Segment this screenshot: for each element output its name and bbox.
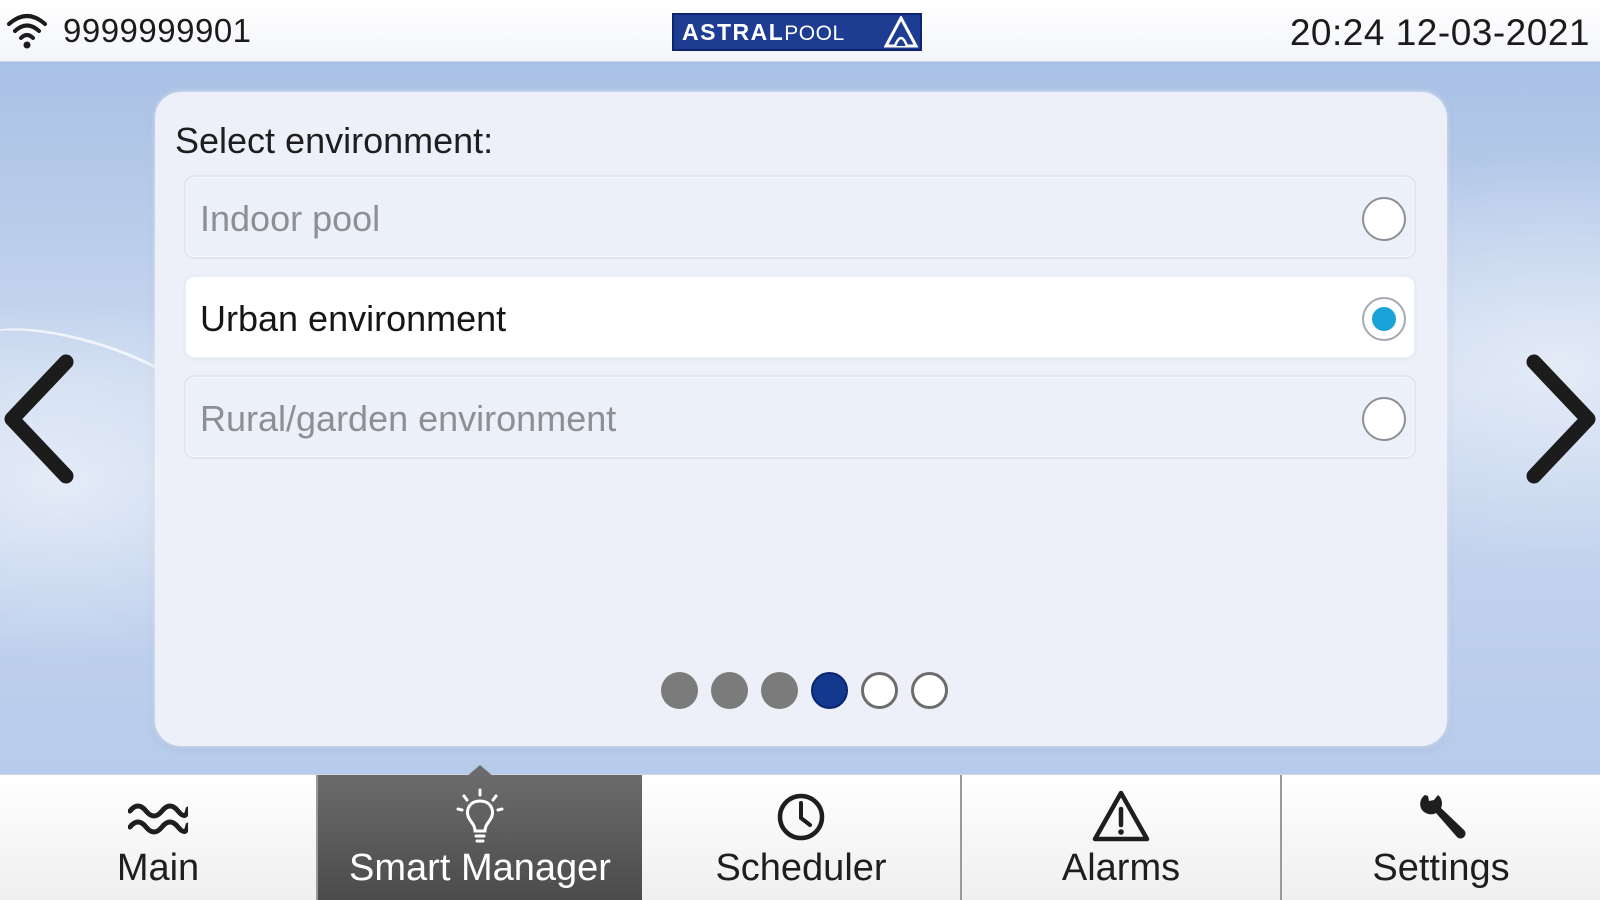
clock-icon <box>777 793 825 841</box>
warning-icon <box>1092 790 1150 842</box>
tab-label: Scheduler <box>715 847 887 889</box>
wrench-icon <box>1420 795 1466 839</box>
page-dot-2[interactable] <box>710 672 748 709</box>
option-label: Rural/garden environment <box>200 398 617 439</box>
astralpool-triangle-icon <box>884 16 918 48</box>
tab-label: Main <box>116 847 200 889</box>
option-indoor-pool[interactable]: Indoor pool <box>184 175 1416 259</box>
option-rural-garden-environment[interactable]: Rural/garden environment <box>184 375 1416 459</box>
tab-settings[interactable]: Settings <box>1282 775 1600 900</box>
option-urban-environment[interactable]: Urban environment <box>184 275 1416 359</box>
chevron-left-icon[interactable] <box>0 354 80 484</box>
tab-smart-manager[interactable]: Smart Manager <box>318 765 642 900</box>
radio-button[interactable] <box>1362 397 1406 441</box>
tab-scheduler[interactable]: Scheduler <box>642 775 962 900</box>
page-dot-1[interactable] <box>660 672 698 709</box>
tab-label: Settings <box>1372 847 1510 889</box>
active-tab-notch <box>466 765 494 777</box>
page-dot-4-current[interactable] <box>810 672 848 709</box>
lightbulb-icon <box>456 788 504 843</box>
page-dot-5[interactable] <box>860 672 898 709</box>
panel-title: Select environment: <box>175 120 494 161</box>
logo-text-light: POOL <box>784 21 845 45</box>
tab-main[interactable]: Main <box>0 775 318 900</box>
page-indicator <box>161 672 1447 709</box>
option-label: Indoor pool <box>200 198 381 239</box>
tab-label: Smart Manager <box>349 847 611 889</box>
page-dot-3[interactable] <box>760 672 798 709</box>
radio-button-selected[interactable] <box>1362 297 1406 341</box>
astralpool-logo: ASTRALPOOL <box>672 13 922 51</box>
chevron-right-icon[interactable] <box>1520 354 1600 484</box>
environment-panel: Select environment: Indoor pool Urban en… <box>155 92 1447 746</box>
status-bar: 9999999901 ASTRALPOOL 20:24 12-03-2021 <box>0 0 1600 62</box>
tab-label: Alarms <box>1061 847 1181 889</box>
wifi-icon <box>7 14 47 49</box>
device-id: 9999999901 <box>63 12 252 49</box>
waves-icon <box>128 803 188 835</box>
page-dot-6[interactable] <box>910 672 948 709</box>
logo-text-bold: ASTRAL <box>682 18 785 45</box>
datetime: 20:24 12-03-2021 <box>1289 12 1590 53</box>
tab-alarms[interactable]: Alarms <box>962 775 1282 900</box>
bottom-tab-bar: Main Smart Manager Scheduler Alarms Sett… <box>0 765 1600 900</box>
option-label: Urban environment <box>200 298 507 339</box>
radio-button[interactable] <box>1362 197 1406 241</box>
logo-text: ASTRALPOOL <box>674 19 845 46</box>
